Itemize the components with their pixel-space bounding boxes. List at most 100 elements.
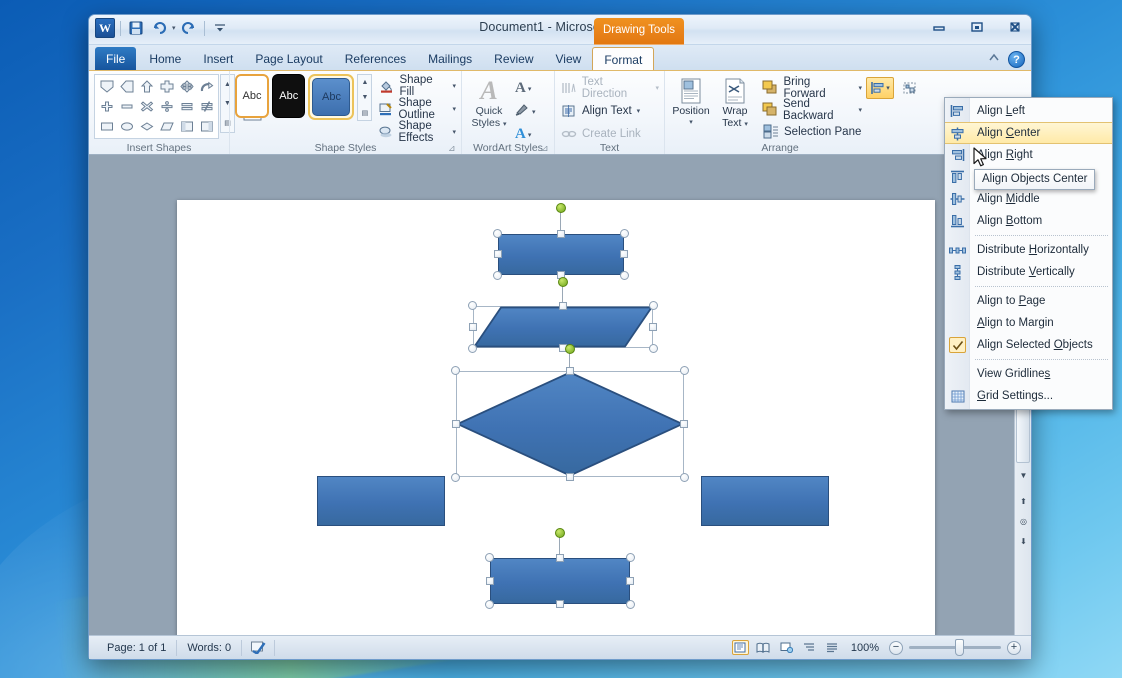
shape-divide-icon[interactable] bbox=[157, 97, 176, 116]
resize-handle-sw[interactable] bbox=[485, 600, 494, 609]
styles-more-icon[interactable]: ▤ bbox=[358, 105, 371, 120]
wordart-dialog-launcher-icon[interactable]: ⊿ bbox=[541, 143, 551, 153]
resize-handle-se[interactable] bbox=[680, 473, 689, 482]
shape-effects-button[interactable]: Shape Effects ▾ bbox=[378, 120, 456, 144]
shape-effects-dropdown-icon[interactable]: ▾ bbox=[452, 128, 456, 136]
position-button[interactable]: Position ▾ bbox=[670, 77, 712, 141]
shape-arrow-up-icon[interactable] bbox=[137, 77, 156, 96]
tab-mailings[interactable]: Mailings bbox=[417, 47, 483, 71]
menu-item-align-right[interactable]: Align Right bbox=[945, 144, 1112, 166]
align-text-button[interactable]: Align Text ▾ bbox=[560, 101, 659, 120]
shape-equals-icon[interactable] bbox=[177, 97, 196, 116]
scroll-down-icon[interactable]: ▼ bbox=[1015, 467, 1031, 484]
create-link-button[interactable]: Create Link bbox=[560, 124, 659, 143]
shape-style-swatch-3[interactable]: Abc bbox=[312, 78, 351, 116]
resize-handle-se[interactable] bbox=[620, 271, 629, 280]
tab-format[interactable]: Format bbox=[592, 47, 655, 71]
shape-curved-arrow-icon[interactable] bbox=[197, 77, 216, 96]
menu-item-view-gridlines[interactable]: View Gridlines bbox=[945, 363, 1112, 385]
tab-references[interactable]: References bbox=[334, 47, 417, 71]
align-dropdown-icon[interactable]: ▾ bbox=[886, 84, 890, 92]
zoom-in-button[interactable]: + bbox=[1007, 640, 1021, 655]
shapes-gallery[interactable]: ▲ ▼ ▤ ▾ bbox=[94, 74, 264, 139]
group-objects-button[interactable] bbox=[896, 77, 924, 99]
shape-text-box-icon[interactable] bbox=[177, 117, 196, 136]
align-text-dropdown-icon[interactable]: ▾ bbox=[637, 107, 641, 115]
menu-item-align-left[interactable]: Align Left bbox=[945, 100, 1112, 122]
resize-handle-w[interactable] bbox=[452, 420, 460, 428]
menu-item-align-to-margin[interactable]: Align to Margin bbox=[945, 312, 1112, 334]
shape-style-swatch-2[interactable]: Abc bbox=[271, 74, 306, 118]
shape-process-top[interactable] bbox=[493, 203, 629, 280]
tab-file[interactable]: File bbox=[95, 47, 137, 71]
resize-handle-nw[interactable] bbox=[451, 366, 460, 375]
text-fill-button[interactable]: A ▾ bbox=[515, 78, 536, 99]
rotation-handle[interactable] bbox=[556, 203, 566, 213]
help-icon[interactable]: ? bbox=[1008, 50, 1025, 68]
menu-item-align-middle[interactable]: Align Middle bbox=[945, 188, 1112, 210]
shape-outline-dropdown-icon[interactable]: ▾ bbox=[452, 105, 456, 113]
resize-handle-sw[interactable] bbox=[468, 344, 477, 353]
resize-handle-sw[interactable] bbox=[451, 473, 460, 482]
shape-rectangle-icon[interactable] bbox=[97, 117, 116, 136]
shape-diamond-icon[interactable] bbox=[137, 117, 156, 136]
resize-handle-ne[interactable] bbox=[649, 301, 658, 310]
resize-handle-nw[interactable] bbox=[493, 229, 502, 238]
minimize-icon[interactable] bbox=[927, 18, 951, 36]
resize-handle-sw[interactable] bbox=[493, 271, 502, 280]
rotation-handle[interactable] bbox=[558, 277, 568, 287]
resize-handle-n[interactable] bbox=[559, 302, 567, 310]
menu-item-align-to-page[interactable]: Align to Page bbox=[945, 290, 1112, 312]
shape-parallelogram-icon[interactable] bbox=[157, 117, 176, 136]
previous-page-icon[interactable]: ⬆ bbox=[1015, 493, 1031, 510]
next-page-icon[interactable]: ⬇ bbox=[1015, 533, 1031, 550]
tab-view[interactable]: View bbox=[545, 47, 593, 71]
quick-styles-button[interactable]: A Quick Styles ▾ bbox=[467, 77, 511, 131]
shape-not-equal-icon[interactable] bbox=[197, 97, 216, 116]
shape-process-left[interactable] bbox=[317, 476, 445, 526]
view-outline-icon[interactable] bbox=[801, 640, 818, 655]
zoom-slider[interactable] bbox=[909, 639, 1001, 656]
shape-styles-dialog-launcher-icon[interactable]: ⊿ bbox=[448, 143, 458, 153]
proofing-status-icon[interactable] bbox=[242, 639, 276, 656]
text-effects-dropdown-icon[interactable]: ▾ bbox=[528, 131, 532, 139]
resize-handle-ne[interactable] bbox=[620, 229, 629, 238]
position-dropdown-icon[interactable]: ▾ bbox=[670, 117, 712, 129]
resize-handle-e[interactable] bbox=[626, 577, 634, 585]
tab-home[interactable]: Home bbox=[138, 47, 192, 71]
shape-cross-arrow-icon[interactable] bbox=[157, 77, 176, 96]
zoom-slider-thumb[interactable] bbox=[955, 639, 964, 656]
shape-outline-button[interactable]: Shape Outline ▾ bbox=[378, 97, 456, 121]
menu-item-distribute-horizontally[interactable]: Distribute Horizontally bbox=[945, 239, 1112, 261]
shape-fill-button[interactable]: Shape Fill ▾ bbox=[378, 74, 456, 98]
shape-four-arrow-icon[interactable] bbox=[177, 77, 196, 96]
shape-plus-icon[interactable] bbox=[97, 97, 116, 116]
menu-item-grid-settings[interactable]: Grid Settings... bbox=[945, 385, 1112, 407]
resize-handle-n[interactable] bbox=[557, 230, 565, 238]
text-direction-dropdown-icon[interactable]: ▾ bbox=[655, 84, 659, 92]
tab-insert[interactable]: Insert bbox=[192, 47, 244, 71]
shape-style-swatch-3-selected[interactable]: Abc bbox=[308, 74, 355, 120]
view-draft-icon[interactable] bbox=[824, 640, 841, 655]
resize-handle-w[interactable] bbox=[486, 577, 494, 585]
menu-item-align-selected-objects[interactable]: Align Selected Objects bbox=[945, 334, 1112, 356]
shape-style-swatch-1[interactable]: Abc bbox=[235, 74, 269, 118]
styles-scroll-up-icon[interactable]: ▲ bbox=[358, 75, 371, 90]
shape-data-parallelogram[interactable] bbox=[468, 277, 658, 353]
rotation-handle[interactable] bbox=[565, 344, 575, 354]
wrap-text-button[interactable]: Wrap Text ▾ bbox=[714, 77, 756, 141]
resize-handle-n[interactable] bbox=[566, 367, 574, 375]
resize-handle-w[interactable] bbox=[494, 250, 502, 258]
zoom-level-label[interactable]: 100% bbox=[847, 642, 883, 654]
view-print-layout-icon[interactable] bbox=[731, 640, 749, 655]
resize-handle-e[interactable] bbox=[680, 420, 688, 428]
styles-scroll-down-icon[interactable]: ▼ bbox=[358, 90, 371, 105]
send-backward-dropdown-icon[interactable]: ▾ bbox=[858, 106, 862, 114]
resize-handle-se[interactable] bbox=[626, 600, 635, 609]
shape-oval-icon[interactable] bbox=[117, 117, 136, 136]
shape-frame-icon[interactable] bbox=[197, 117, 216, 136]
document-page[interactable] bbox=[177, 200, 935, 635]
resize-handle-s[interactable] bbox=[556, 600, 564, 608]
shape-process-bottom[interactable] bbox=[485, 528, 635, 609]
shape-arrow-left-icon[interactable] bbox=[117, 77, 136, 96]
